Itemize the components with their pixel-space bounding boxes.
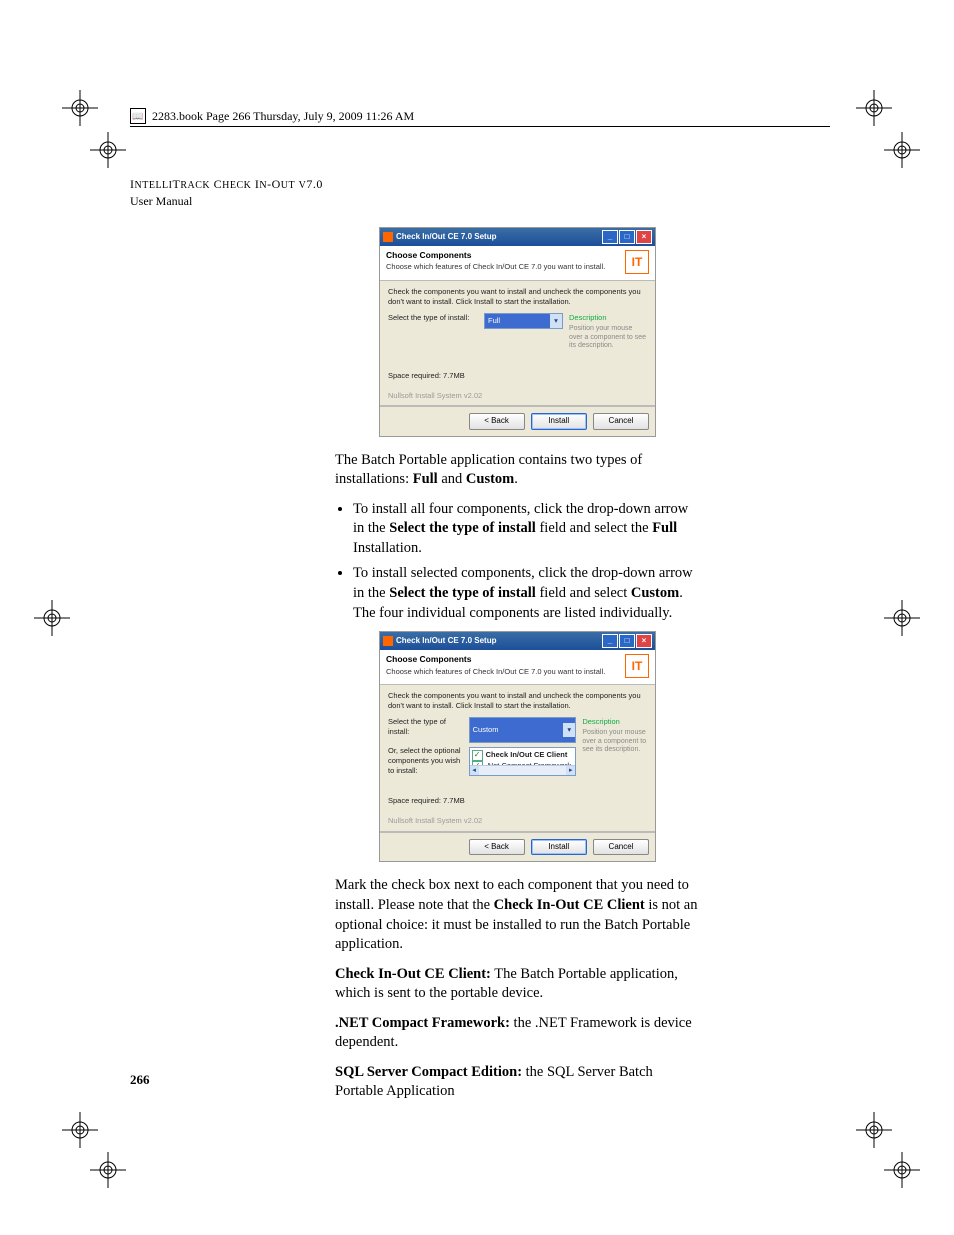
minimize-button[interactable]: _ [602, 230, 618, 244]
list-item[interactable]: ✓Check In/Out CE Client [472, 750, 574, 761]
space-required: Space required: 7.7MB [388, 371, 647, 381]
instruction-text: Check the components you want to install… [388, 691, 647, 711]
book-header: 📖 2283.book Page 266 Thursday, July 9, 2… [130, 108, 830, 127]
registration-mark-icon [856, 1112, 892, 1148]
installer-screenshot-custom: Check In/Out CE 7.0 Setup _ □ × Choose C… [379, 631, 656, 862]
doc-title: INTELLITRACK CHECK IN-OUT V7.0 [130, 177, 830, 192]
titlebar: Check In/Out CE 7.0 Setup _ □ × [380, 228, 655, 246]
component-list[interactable]: ✓Check In/Out CE Client ✓.Net Compact Fr… [469, 747, 577, 777]
book-header-text: 2283.book Page 266 Thursday, July 9, 200… [152, 109, 414, 124]
back-button[interactable]: < Back [469, 839, 525, 856]
page-number: 266 [130, 1072, 150, 1088]
install-type-label: Select the type of install: [388, 717, 463, 737]
scroll-right-icon[interactable]: ▸ [566, 766, 575, 775]
back-button[interactable]: < Back [469, 413, 525, 430]
logo-icon: IT [625, 250, 649, 274]
book-icon: 📖 [130, 108, 146, 124]
optional-components-label: Or, select the optional components you w… [388, 746, 463, 776]
space-required: Space required: 7.7MB [388, 796, 647, 806]
horizontal-scrollbar[interactable]: ◂ ▸ [470, 765, 576, 775]
registration-mark-icon [62, 90, 98, 126]
dropdown-value: Custom [470, 725, 564, 735]
maximize-button[interactable]: □ [619, 230, 635, 244]
cancel-button[interactable]: Cancel [593, 413, 649, 430]
app-icon [383, 232, 393, 242]
install-button[interactable]: Install [531, 413, 587, 430]
header-subtitle: Choose which features of Check In/Out CE… [386, 667, 625, 677]
titlebar: Check In/Out CE 7.0 Setup _ □ × [380, 632, 655, 650]
body-paragraph: .NET Compact Framework: the .NET Framewo… [335, 1014, 700, 1053]
minimize-button[interactable]: _ [602, 634, 618, 648]
registration-mark-icon [90, 132, 126, 168]
registration-mark-icon [884, 132, 920, 168]
header-subtitle: Choose which features of Check In/Out CE… [386, 262, 625, 272]
registration-mark-icon [34, 600, 70, 636]
close-button[interactable]: × [636, 230, 652, 244]
scroll-left-icon[interactable]: ◂ [470, 766, 479, 775]
description-title: Description [569, 313, 647, 323]
registration-mark-icon [62, 1112, 98, 1148]
body-paragraph: Mark the check box next to each componen… [335, 876, 700, 954]
dropdown-value: Full [485, 316, 550, 326]
cancel-button[interactable]: Cancel [593, 839, 649, 856]
description-title: Description [582, 717, 647, 727]
install-type-dropdown[interactable]: Full ▾ [484, 313, 563, 329]
app-icon [383, 636, 393, 646]
list-item: To install all four components, click th… [353, 500, 700, 559]
chevron-down-icon[interactable]: ▾ [563, 723, 575, 737]
maximize-button[interactable]: □ [619, 634, 635, 648]
doc-subtitle: User Manual [130, 194, 830, 209]
bullet-list: To install all four components, click th… [353, 500, 700, 623]
description-text: Position your mouse over a component to … [582, 729, 647, 754]
instruction-text: Check the components you want to install… [388, 287, 647, 307]
install-button[interactable]: Install [531, 839, 587, 856]
body-paragraph: The Batch Portable application contains … [335, 451, 700, 490]
installer-screenshot-full: Check In/Out CE 7.0 Setup _ □ × Choose C… [379, 227, 656, 437]
header-title: Choose Components [386, 654, 625, 665]
chevron-down-icon[interactable]: ▾ [550, 314, 562, 328]
checkbox-icon[interactable]: ✓ [472, 750, 483, 761]
nsis-label: Nullsoft Install System v2.02 [388, 391, 647, 401]
nsis-label: Nullsoft Install System v2.02 [388, 816, 647, 826]
close-button[interactable]: × [636, 634, 652, 648]
header-title: Choose Components [386, 250, 625, 261]
list-item: To install selected components, click th… [353, 564, 700, 623]
install-type-dropdown[interactable]: Custom ▾ [469, 717, 577, 743]
logo-icon: IT [625, 654, 649, 678]
registration-mark-icon [884, 1152, 920, 1188]
window-title: Check In/Out CE 7.0 Setup [396, 636, 496, 647]
body-paragraph: Check In-Out CE Client: The Batch Portab… [335, 965, 700, 1004]
registration-mark-icon [884, 600, 920, 636]
window-title: Check In/Out CE 7.0 Setup [396, 232, 496, 243]
registration-mark-icon [90, 1152, 126, 1188]
description-text: Position your mouse over a component to … [569, 325, 647, 350]
registration-mark-icon [856, 90, 892, 126]
body-paragraph: SQL Server Compact Edition: the SQL Serv… [335, 1063, 700, 1102]
install-type-label: Select the type of install: [388, 313, 478, 350]
